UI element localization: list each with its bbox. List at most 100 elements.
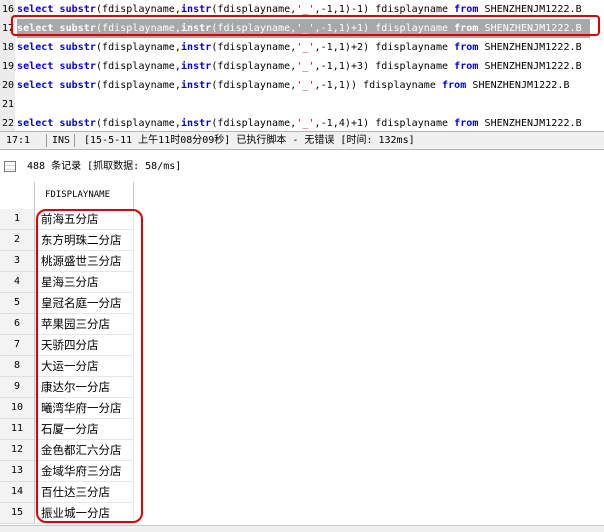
- table-row[interactable]: 7 天骄四分店: [0, 335, 604, 356]
- cell-fdisplayname[interactable]: 皇冠名庭一分店: [35, 293, 134, 314]
- sql-text: (fdisplayname,: [211, 42, 297, 53]
- line-number: 16: [0, 0, 15, 19]
- cell-fdisplayname[interactable]: 星海三分店: [35, 272, 134, 293]
- grid-header: FDISPLAYNAME: [0, 182, 604, 209]
- row-number[interactable]: 13: [0, 461, 35, 482]
- sql-keyword: select: [17, 42, 54, 53]
- sql-string: '_': [296, 61, 315, 72]
- line-number: 18: [0, 38, 15, 57]
- sql-text: (fdisplayname,: [211, 61, 297, 72]
- sql-editor[interactable]: 16 select substr(fdisplayname,instr(fdisp…: [0, 0, 604, 133]
- sql-text: (fdisplayname,: [95, 80, 181, 91]
- grid-icon[interactable]: [4, 161, 16, 172]
- sql-keyword: instr: [180, 80, 212, 91]
- sql-keyword: substr: [59, 61, 96, 72]
- sql-string: '_': [296, 23, 315, 34]
- row-number[interactable]: 10: [0, 398, 35, 419]
- cell-fdisplayname[interactable]: 金域华府三分店: [35, 461, 134, 482]
- result-grid[interactable]: FDISPLAYNAME 1 前海五分店 2 东方明珠二分店 3 桃源盛世三分店 4 星海三分…: [0, 182, 604, 531]
- code-text[interactable]: select substr(fdisplayname,instr(fdispla…: [17, 19, 590, 38]
- sql-keyword: select: [17, 80, 54, 91]
- line-number: 20: [0, 76, 15, 95]
- sql-text: SHENZHENJM1222.B: [478, 118, 582, 129]
- sql-keyword: substr: [59, 42, 96, 53]
- cell-fdisplayname[interactable]: 大运一分店: [35, 356, 134, 377]
- row-number[interactable]: 2: [0, 230, 35, 251]
- row-number[interactable]: 3: [0, 251, 35, 272]
- table-row[interactable]: 8 大运一分店: [0, 356, 604, 377]
- sql-text: ,-1,1)+3) fdisplayname: [314, 61, 455, 72]
- table-row[interactable]: 15 振业城一分店: [0, 503, 604, 524]
- table-row[interactable]: 2 东方明珠二分店: [0, 230, 604, 251]
- code-text[interactable]: select substr(fdisplayname,instr(fdispla…: [17, 57, 582, 76]
- row-number[interactable]: 15: [0, 503, 35, 524]
- row-number[interactable]: 11: [0, 419, 35, 440]
- code-line-16[interactable]: 16 select substr(fdisplayname,instr(fdisp…: [0, 0, 604, 19]
- code-line-21[interactable]: 21: [0, 95, 604, 114]
- sql-keyword: instr: [180, 23, 212, 34]
- row-number[interactable]: 4: [0, 272, 35, 293]
- code-text[interactable]: select substr(fdisplayname,instr(fdispla…: [17, 38, 582, 57]
- sql-keyword: instr: [180, 4, 212, 15]
- cell-fdisplayname[interactable]: 前海五分店: [35, 209, 134, 230]
- row-number[interactable]: 5: [0, 293, 35, 314]
- sql-text: (fdisplayname,: [211, 80, 297, 91]
- sql-string: '_': [296, 80, 315, 91]
- sql-keyword: from: [442, 80, 467, 91]
- sql-keyword: substr: [59, 80, 96, 91]
- sql-text: ,-1,1)+2) fdisplayname: [314, 42, 455, 53]
- cell-fdisplayname[interactable]: 曦湾华府一分店: [35, 398, 134, 419]
- cell-fdisplayname[interactable]: 康达尔一分店: [35, 377, 134, 398]
- row-number[interactable]: 12: [0, 440, 35, 461]
- sql-string: '_': [296, 42, 315, 53]
- table-row[interactable]: 12 金色都汇六分店: [0, 440, 604, 461]
- table-row[interactable]: 1 前海五分店: [0, 209, 604, 230]
- sql-keyword: from: [454, 118, 479, 129]
- code-line-18[interactable]: 18 select substr(fdisplayname,instr(fdisp…: [0, 38, 604, 57]
- grid-corner[interactable]: [0, 182, 35, 209]
- cell-fdisplayname[interactable]: 桃源盛世三分店: [35, 251, 134, 272]
- row-number[interactable]: 9: [0, 377, 35, 398]
- code-line-19[interactable]: 19 select substr(fdisplayname,instr(fdisp…: [0, 57, 604, 76]
- sql-text: (fdisplayname,: [211, 4, 297, 15]
- sql-text: (fdisplayname,: [95, 42, 181, 53]
- table-row[interactable]: 13 金域华府三分店: [0, 461, 604, 482]
- row-number[interactable]: 7: [0, 335, 35, 356]
- sql-text: ,-1,1)) fdisplayname: [314, 80, 443, 91]
- row-number[interactable]: 8: [0, 356, 35, 377]
- table-row[interactable]: 4 星海三分店: [0, 272, 604, 293]
- code-text[interactable]: select substr(fdisplayname,instr(fdispla…: [17, 0, 582, 19]
- table-row[interactable]: 14 百仕达三分店: [0, 482, 604, 503]
- cell-fdisplayname[interactable]: 百仕达三分店: [35, 482, 134, 503]
- sql-keyword: select: [17, 118, 54, 129]
- record-count: 488 条记录 [抓取数据: 58/ms]: [27, 161, 182, 172]
- sql-text: SHENZHENJM1222.B: [478, 4, 582, 15]
- cell-fdisplayname[interactable]: 天骄四分店: [35, 335, 134, 356]
- sql-keyword: select: [17, 4, 54, 15]
- row-number[interactable]: 14: [0, 482, 35, 503]
- cell-fdisplayname[interactable]: 东方明珠二分店: [35, 230, 134, 251]
- table-row[interactable]: 10 曦湾华府一分店: [0, 398, 604, 419]
- code-line-17[interactable]: 17 select substr(fdisplayname,instr(fdisp…: [0, 19, 604, 38]
- cell-fdisplayname[interactable]: 苹果园三分店: [35, 314, 134, 335]
- sql-text: (fdisplayname,: [95, 118, 181, 129]
- sql-keyword: select: [17, 23, 54, 34]
- sql-string: '_': [296, 4, 315, 15]
- sql-text: (fdisplayname,: [95, 61, 181, 72]
- cell-fdisplayname[interactable]: 振业城一分店: [35, 503, 134, 524]
- table-row[interactable]: 6 苹果园三分店: [0, 314, 604, 335]
- row-number[interactable]: 6: [0, 314, 35, 335]
- column-header-fdisplayname[interactable]: FDISPLAYNAME: [35, 182, 134, 209]
- row-number[interactable]: 1: [0, 209, 35, 230]
- sql-text: ,-1,4)+1) fdisplayname: [314, 118, 455, 129]
- table-row[interactable]: 9 康达尔一分店: [0, 377, 604, 398]
- table-row[interactable]: 5 皇冠名庭一分店: [0, 293, 604, 314]
- cell-fdisplayname[interactable]: 金色都汇六分店: [35, 440, 134, 461]
- code-text[interactable]: select substr(fdisplayname,instr(fdispla…: [17, 76, 570, 95]
- code-line-20[interactable]: 20 select substr(fdisplayname,instr(fdisp…: [0, 76, 604, 95]
- cell-fdisplayname[interactable]: 石厦一分店: [35, 419, 134, 440]
- sql-text: SHENZHENJM1222.B: [478, 42, 582, 53]
- table-row[interactable]: 3 桃源盛世三分店: [0, 251, 604, 272]
- table-row[interactable]: 11 石厦一分店: [0, 419, 604, 440]
- sql-keyword: substr: [59, 23, 96, 34]
